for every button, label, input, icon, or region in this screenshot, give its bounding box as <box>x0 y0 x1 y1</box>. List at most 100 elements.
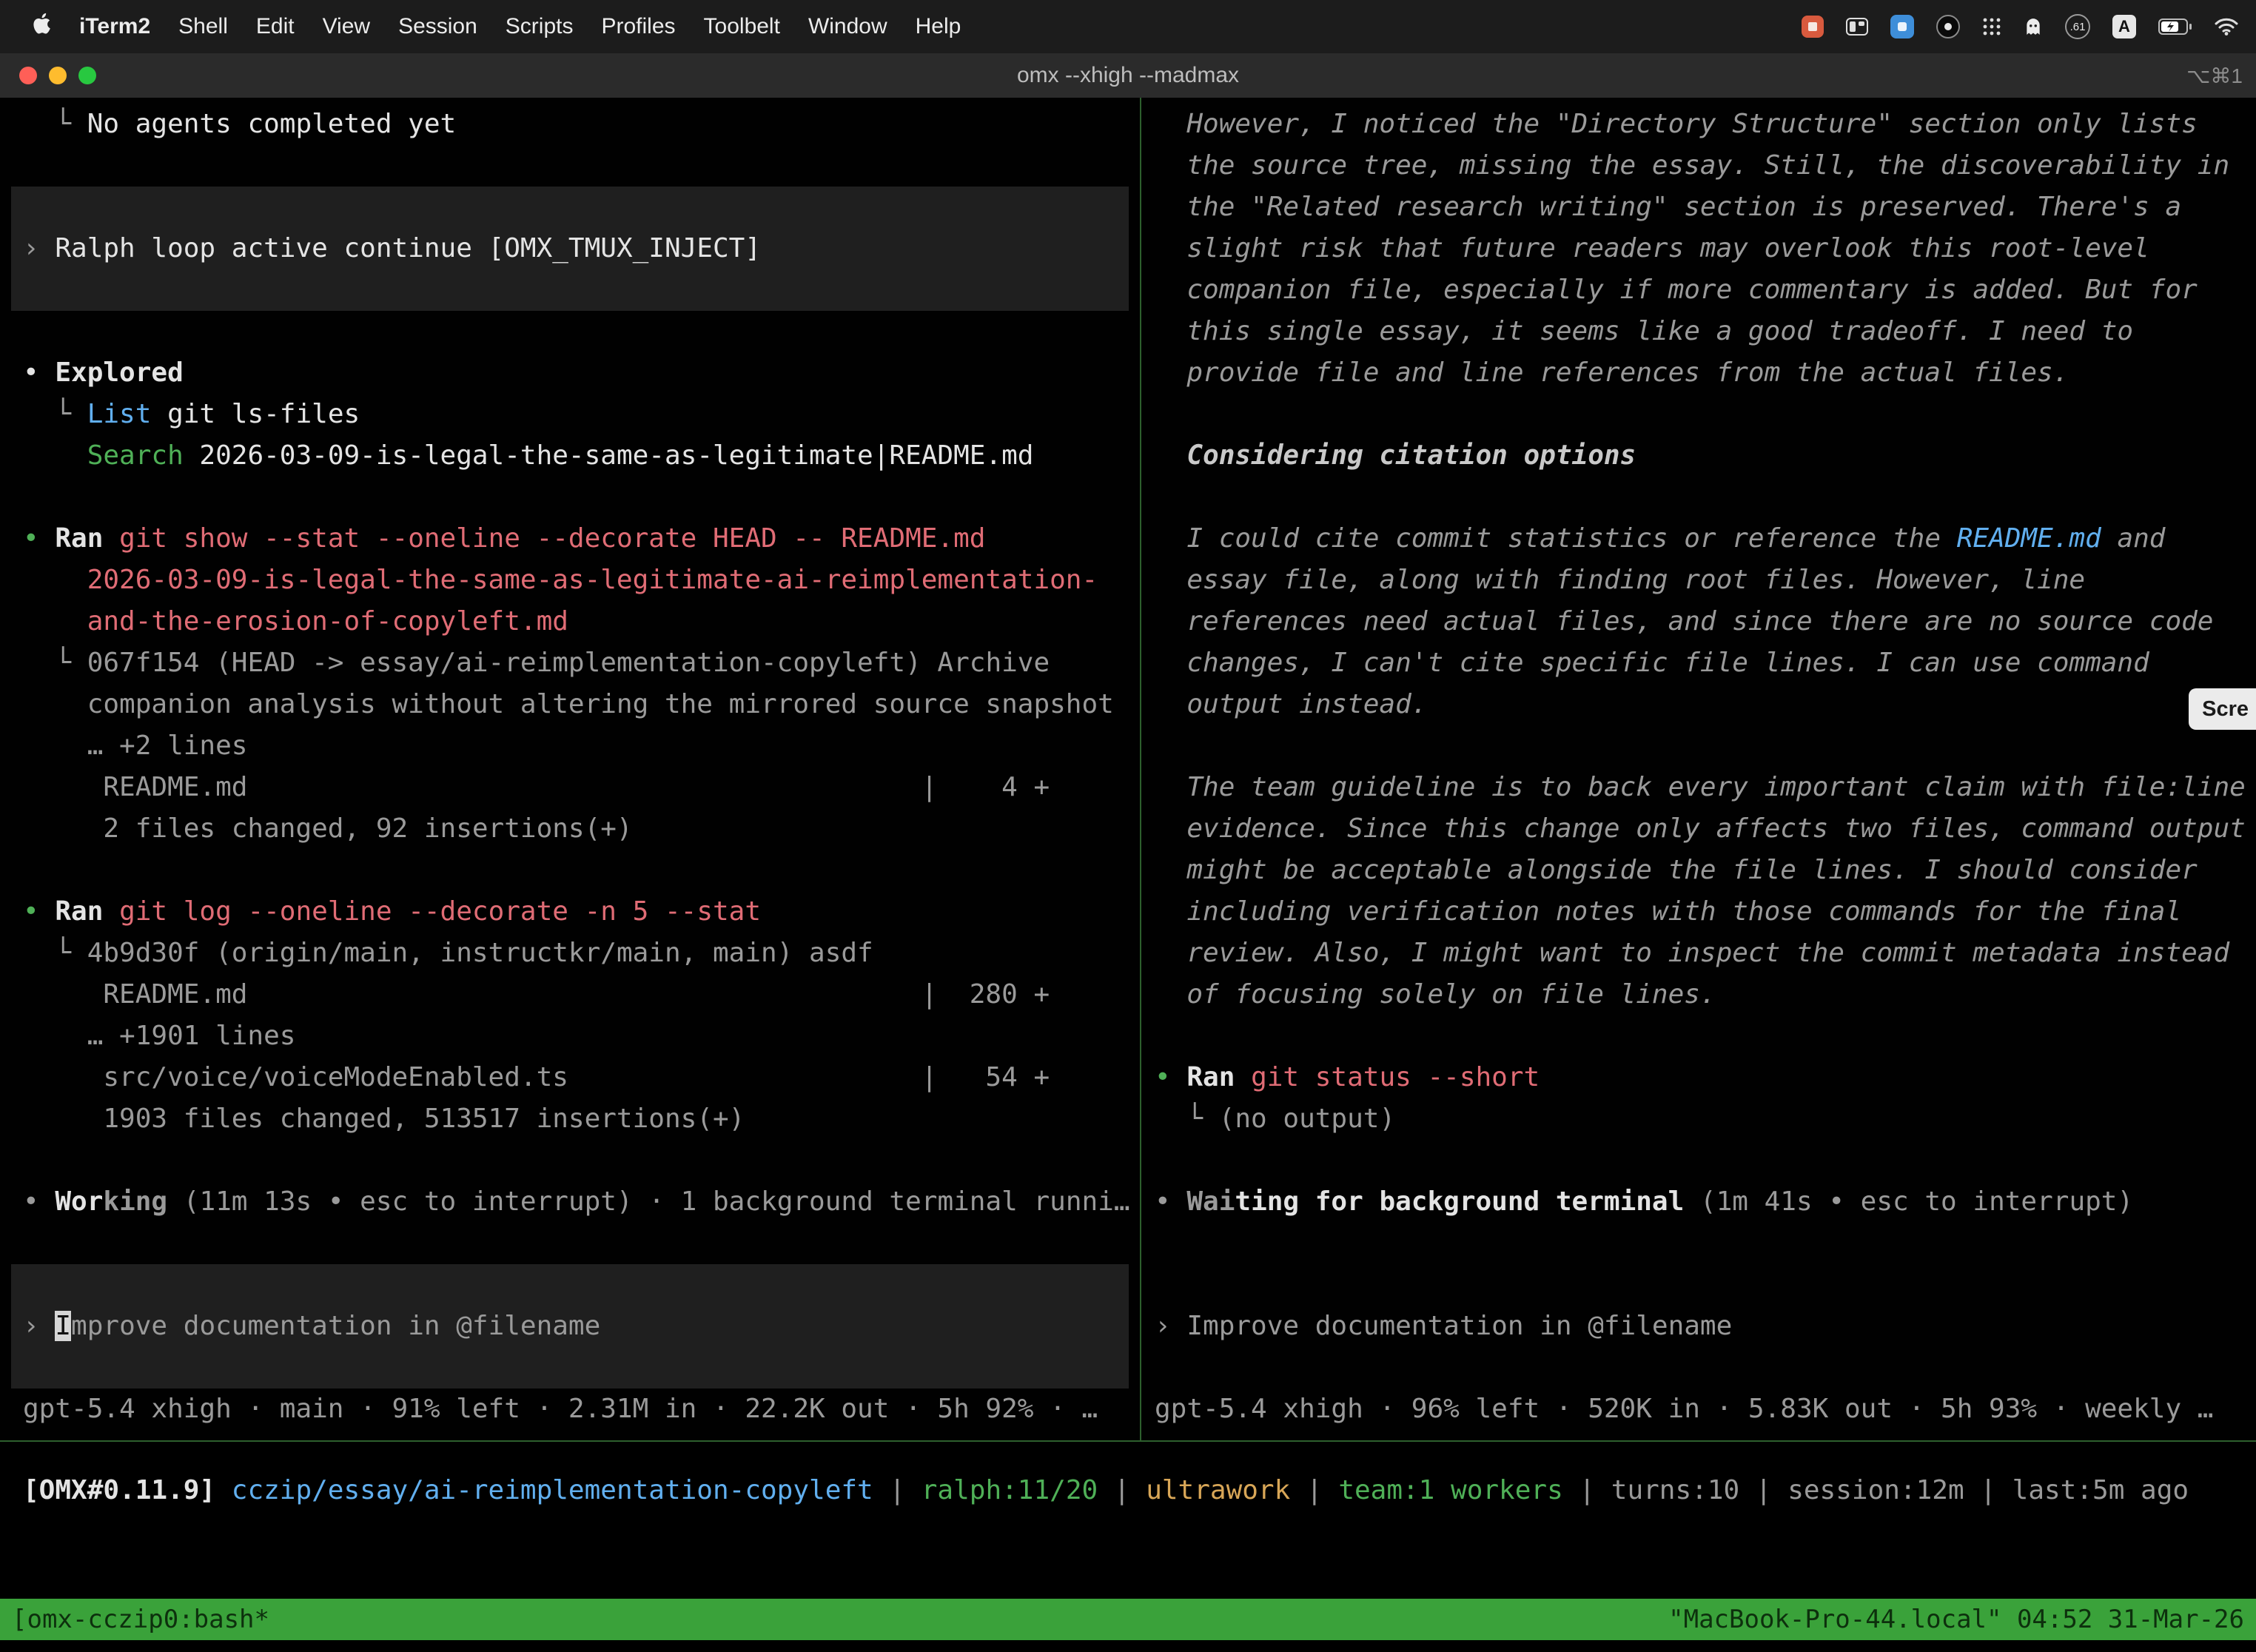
menu-bar-left: iTerm2 Shell Edit View Session Scripts P… <box>18 13 975 41</box>
text-segment: Wor <box>55 1186 103 1217</box>
terminal-line <box>23 1140 1140 1181</box>
text-segment: (11m 13s • esc to interrupt) · 1 backgro… <box>167 1186 1129 1217</box>
terminal-line: of focusing solely on file lines. <box>1155 974 2256 1015</box>
pane-bottom-border <box>0 1440 2256 1442</box>
menu-item-help[interactable]: Help <box>902 14 976 39</box>
terminal-line: companion analysis without altering the … <box>23 684 1140 725</box>
prompt-input-line[interactable]: › Improve documentation in @filename <box>11 1306 1129 1347</box>
terminal-line: • Waiting for background terminal (1m 41… <box>1155 1181 2256 1223</box>
terminal-line: evidence. Since this change only affects… <box>1155 808 2256 850</box>
tmux-host-clock: "MacBook-Pro-44.local" 04:52 31-Mar-26 <box>1668 1605 2244 1634</box>
text-segment: └ <box>1155 1104 1219 1134</box>
text-segment: | <box>873 1475 921 1505</box>
menu-item-view[interactable]: View <box>309 14 384 39</box>
terminal-line <box>1155 1140 2256 1181</box>
input-source-icon[interactable]: A <box>2112 15 2136 38</box>
terminal-line <box>23 311 1140 352</box>
menu-item-scripts[interactable]: Scripts <box>491 14 588 39</box>
text-segment: and <box>2101 523 2166 554</box>
text-segment: ting for background terminal <box>1235 1186 1684 1217</box>
terminal-line <box>11 1264 1129 1306</box>
blue-app-glyph <box>1898 22 1907 31</box>
terminal-line <box>1155 394 2256 435</box>
window-title-bar[interactable]: omx --xhigh --madmax ⌥⌘1 <box>0 53 2256 98</box>
terminal-line: … +2 lines <box>23 725 1140 767</box>
terminal-line <box>11 269 1129 311</box>
menu-bar-status-area: .61 A <box>1802 14 2238 39</box>
window-manager-icon[interactable] <box>1846 18 1868 36</box>
text-segment: companion analysis without altering the … <box>23 689 1114 719</box>
right-terminal-pane[interactable]: However, I noticed the "Directory Struct… <box>1141 98 2256 1440</box>
dark-app-icon[interactable] <box>1936 15 1960 38</box>
close-window-button[interactable] <box>19 67 37 84</box>
terminal-line: › Ralph loop active continue [OMX_TMUX_I… <box>11 228 1129 269</box>
menu-item-session[interactable]: Session <box>384 14 491 39</box>
menu-item-edit[interactable]: Edit <box>242 14 309 39</box>
blue-app-icon[interactable] <box>1890 15 1914 38</box>
terminal-line: • Working (11m 13s • esc to interrupt) ·… <box>23 1181 1140 1223</box>
text-segment: last:5m ago <box>2012 1475 2189 1505</box>
text-segment: session:12m <box>1787 1475 1964 1505</box>
dark-app-glyph <box>1944 23 1952 30</box>
omx-status-bar: [OMX#0.11.9] cczip/essay/ai-reimplementa… <box>0 1470 2256 1511</box>
tmux-session-label: [omx-cczip0:bash* <box>12 1605 269 1634</box>
terminal-line: src/voice/voiceModeEnabled.ts | 54 + <box>23 1057 1140 1098</box>
text-segment: gpt-5.4 xhigh · 96% left · 520K in · 5.8… <box>1155 1394 2213 1424</box>
terminal-line <box>11 1347 1129 1389</box>
zoom-window-button[interactable] <box>78 67 96 84</box>
screen-recording-indicator-icon[interactable] <box>1802 16 1824 38</box>
text-segment: └ <box>23 399 87 429</box>
apple-logo-icon <box>32 13 51 35</box>
text-segment: companion file, especially if more comme… <box>1155 275 2198 305</box>
terminal-line: the "Related research writing" section i… <box>1155 187 2256 228</box>
text-segment: and-the-erosion-of-copyleft.md <box>23 606 568 637</box>
terminal-line <box>23 1223 1140 1264</box>
terminal-line: 2 files changed, 92 insertions(+) <box>23 808 1140 850</box>
menu-item-shell[interactable]: Shell <box>164 14 242 39</box>
terminal-line: companion file, especially if more comme… <box>1155 269 2256 311</box>
text-segment: references need actual files, and since … <box>1155 606 2213 637</box>
text-segment: cczip/essay/ai-reimplementation-copyleft <box>232 1475 873 1505</box>
battery-icon[interactable] <box>2158 18 2192 36</box>
menu-item-toolbelt[interactable]: Toolbelt <box>690 14 794 39</box>
text-segment: • <box>23 523 55 554</box>
terminal-line <box>23 477 1140 518</box>
text-segment: including verification notes with those … <box>1155 896 2181 927</box>
apple-menu-icon[interactable] <box>18 13 65 41</box>
minimize-window-button[interactable] <box>49 67 67 84</box>
text-segment: turns:10 <box>1611 1475 1739 1505</box>
menu-item-iterm2[interactable]: iTerm2 <box>65 14 164 39</box>
text-segment: 2026-03-09-is-legal-the-same-as-legitima… <box>184 440 1034 471</box>
text-segment: 2 files changed, 92 insertions(+) <box>23 813 633 844</box>
terminal-line: the source tree, missing the essay. Stil… <box>1155 145 2256 187</box>
text-segment: this single essay, it seems like a good … <box>1155 316 2133 346</box>
text-segment: Search <box>87 440 184 471</box>
text-segment: 4b9d30f (origin/main, instructkr/main, m… <box>87 938 873 968</box>
grid-dots-icon[interactable] <box>1982 17 2001 36</box>
traffic-lights <box>19 53 96 98</box>
prompt-input-line[interactable]: › Improve documentation in @filename <box>1155 1306 2256 1347</box>
text-segment: | <box>1964 1475 2012 1505</box>
wifi-icon[interactable] <box>2215 17 2238 36</box>
text-segment: • <box>23 896 55 927</box>
text-segment: I could cite commit statistics or refere… <box>1155 523 1957 554</box>
ghost-app-icon[interactable] <box>2024 17 2043 36</box>
text-segment: the source tree, missing the essay. Stil… <box>1155 150 2229 181</box>
window-shortcut-hint: ⌥⌘1 <box>2186 53 2243 98</box>
text-segment: | <box>1739 1475 1787 1505</box>
text-segment: └ <box>23 648 87 678</box>
screen-edge-tooltip[interactable]: Scre <box>2189 688 2256 730</box>
terminal-line: gpt-5.4 xhigh · main · 91% left · 2.31M … <box>23 1389 1140 1430</box>
terminal-line: 1903 files changed, 513517 insertions(+) <box>23 1098 1140 1140</box>
window-title: omx --xhigh --madmax <box>0 63 2256 88</box>
terminal-line: essay file, along with finding root file… <box>1155 560 2256 601</box>
menu-item-profiles[interactable]: Profiles <box>587 14 689 39</box>
left-terminal-pane[interactable]: └ No agents completed yet› Ralph loop ac… <box>0 98 1140 1440</box>
text-segment: 2026-03-09-is-legal-the-same-as-legitima… <box>23 565 1098 595</box>
text-segment: mprove documentation in @filename <box>71 1311 600 1341</box>
text-segment: team:1 workers <box>1338 1475 1562 1505</box>
percent-badge-icon[interactable]: .61 <box>2065 14 2090 39</box>
terminal-line: 2026-03-09-is-legal-the-same-as-legitima… <box>23 560 1140 601</box>
menu-item-window[interactable]: Window <box>794 14 902 39</box>
text-segment: git status --short <box>1235 1062 1540 1092</box>
